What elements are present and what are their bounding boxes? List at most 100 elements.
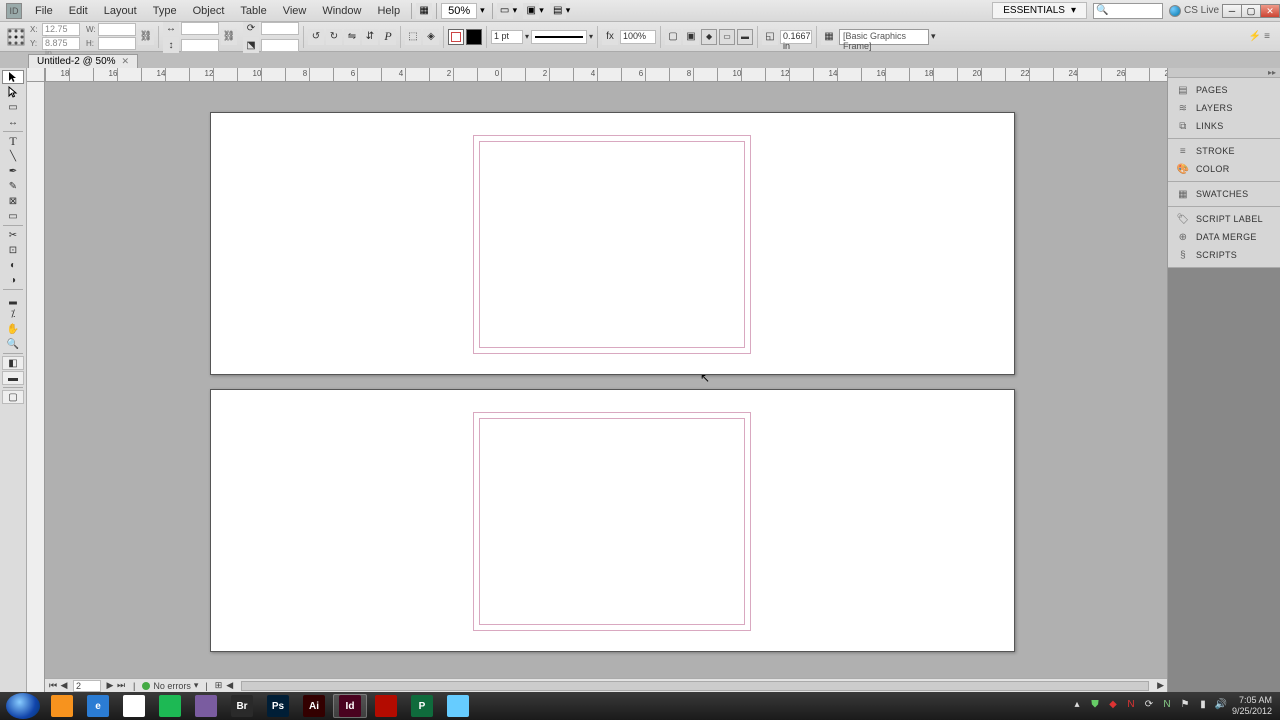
page-2[interactable]: [210, 389, 1015, 652]
menu-type[interactable]: Type: [146, 2, 184, 20]
vertical-ruler[interactable]: [27, 82, 45, 692]
last-page-button[interactable]: ⏭: [116, 680, 126, 691]
taskbar-app-chrome[interactable]: [117, 694, 151, 718]
rotate-field[interactable]: [261, 22, 299, 35]
object-style-dropdown[interactable]: ▾: [931, 31, 936, 42]
screen-mode-dropdown[interactable]: ▾: [539, 5, 544, 16]
x-field[interactable]: 12.75 in: [42, 23, 80, 36]
corner-options-icon[interactable]: ◱: [762, 29, 778, 45]
gradient-swatch-tool[interactable]: ◐: [2, 258, 24, 272]
first-page-button[interactable]: ⏮: [48, 680, 58, 691]
object-style-icon[interactable]: ▦: [821, 29, 837, 45]
taskbar-app-acrobat[interactable]: [369, 694, 403, 718]
constrain-wh-icon[interactable]: ⛓: [138, 29, 154, 45]
opacity-field[interactable]: 100%: [620, 30, 656, 44]
apply-color[interactable]: ▬: [2, 371, 24, 385]
page-tool[interactable]: ▭: [2, 100, 24, 114]
text-wrap-jump-icon[interactable]: ▭: [719, 29, 735, 45]
dock-collapse[interactable]: ▸▸: [1168, 68, 1280, 78]
taskbar-app-photoshop[interactable]: Ps: [261, 694, 295, 718]
taskbar-app-app1[interactable]: [189, 694, 223, 718]
tray-volume-icon[interactable]: 🔊: [1214, 699, 1228, 713]
taskbar-app-explorer[interactable]: [45, 694, 79, 718]
flip-v-icon[interactable]: ⇵: [362, 29, 378, 45]
type-tool[interactable]: T: [2, 134, 24, 148]
taskbar-app-bridge[interactable]: Br: [225, 694, 259, 718]
panel-color[interactable]: 🎨COLOR: [1168, 160, 1280, 178]
tray-n2-icon[interactable]: N: [1160, 699, 1174, 713]
object-style-combo[interactable]: [Basic Graphics Frame]: [839, 29, 929, 45]
page-field[interactable]: 2: [73, 680, 101, 692]
free-transform-tool[interactable]: ⊡: [2, 243, 24, 257]
text-wrap-shape-icon[interactable]: ◆: [701, 29, 717, 45]
h-field[interactable]: [98, 37, 136, 50]
view-options-icon[interactable]: ▭: [497, 3, 513, 19]
close-button[interactable]: ✕: [1260, 4, 1280, 18]
open-panel-icon[interactable]: ⊞: [215, 680, 223, 691]
workspace-switcher[interactable]: ESSENTIALS▾: [992, 2, 1087, 19]
menu-object[interactable]: Object: [186, 2, 232, 20]
select-content-icon[interactable]: ◈: [423, 29, 439, 45]
shear-field[interactable]: [261, 39, 299, 52]
view-mode[interactable]: ▢: [2, 390, 24, 404]
corner-radius-field[interactable]: 0.1667 in: [780, 30, 812, 44]
screen-mode-icon[interactable]: ▣: [523, 3, 539, 19]
stroke-style[interactable]: [531, 30, 587, 44]
search-input[interactable]: 🔍: [1093, 3, 1163, 19]
rotate-ccw-icon[interactable]: ↺: [308, 29, 324, 45]
page-1[interactable]: [210, 112, 1015, 375]
constrain-scale-icon[interactable]: ⛓: [221, 29, 237, 45]
zoom-level[interactable]: 50%: [441, 3, 477, 19]
horizontal-ruler[interactable]: 181614121086420246810121416182022242628: [45, 68, 1167, 82]
selection-tool[interactable]: [2, 70, 24, 84]
fx-icon[interactable]: fx: [602, 29, 618, 45]
menu-help[interactable]: Help: [370, 2, 407, 20]
hand-tool[interactable]: ✋: [2, 322, 24, 336]
tray-network-icon[interactable]: ▮: [1196, 699, 1210, 713]
panel-stroke[interactable]: ≡STROKE: [1168, 142, 1280, 160]
note-tool[interactable]: ▂: [2, 292, 24, 306]
arrange-docs-dropdown[interactable]: ▾: [566, 5, 571, 16]
scroll-left-button[interactable]: ◀: [226, 680, 233, 691]
taskbar-app-ie[interactable]: e: [81, 694, 115, 718]
start-button[interactable]: [6, 693, 40, 719]
minimize-button[interactable]: ─: [1222, 4, 1242, 18]
panel-pages[interactable]: ▤PAGES: [1168, 81, 1280, 99]
taskbar-app-spotify[interactable]: [153, 694, 187, 718]
pencil-tool[interactable]: ✎: [2, 179, 24, 193]
tray-update-icon[interactable]: ⟳: [1142, 699, 1156, 713]
taskbar-app-illustrator[interactable]: Ai: [297, 694, 331, 718]
stroke-style-dropdown[interactable]: ▾: [589, 32, 593, 41]
taskbar-app-publisher[interactable]: P: [405, 694, 439, 718]
clock[interactable]: 7:05 AM 9/25/2012: [1232, 695, 1272, 717]
scissors-tool[interactable]: ✂: [2, 228, 24, 242]
y-field[interactable]: 8.875 in: [42, 37, 80, 50]
cs-live-button[interactable]: CS Live: [1169, 5, 1219, 17]
preflight-dropdown[interactable]: ▾: [194, 680, 199, 691]
panel-swatches[interactable]: ▦SWATCHES: [1168, 185, 1280, 203]
line-tool[interactable]: ╲: [2, 149, 24, 163]
gradient-feather-tool[interactable]: ◑: [2, 273, 24, 287]
bridge-icon[interactable]: ▦: [416, 3, 432, 19]
eyedropper-tool[interactable]: ⁒: [2, 307, 24, 321]
select-container-icon[interactable]: ⬚: [405, 29, 421, 45]
panel-script-label[interactable]: 🏷SCRIPT LABEL: [1168, 210, 1280, 228]
menu-file[interactable]: File: [28, 2, 60, 20]
taskbar-app-indesign[interactable]: Id: [333, 694, 367, 718]
zoom-tool[interactable]: 🔍: [2, 337, 24, 351]
rectangle-frame-tool[interactable]: ⊠: [2, 194, 24, 208]
menu-layout[interactable]: Layout: [97, 2, 144, 20]
menu-table[interactable]: Table: [233, 2, 273, 20]
close-tab-icon[interactable]: ✕: [122, 56, 130, 67]
pasteboard[interactable]: ↖: [45, 82, 1167, 678]
fill-color[interactable]: [466, 29, 482, 45]
stroke-weight-field[interactable]: 1 pt: [491, 30, 523, 44]
fill-stroke-proxy[interactable]: ◧: [2, 356, 24, 370]
stroke-weight-dropdown[interactable]: ▾: [525, 32, 529, 41]
panel-menu-icon[interactable]: ⚡ ≡: [1243, 31, 1276, 42]
reference-point[interactable]: [4, 28, 28, 46]
flip-h-icon[interactable]: ⇋: [344, 29, 360, 45]
panel-links[interactable]: ⧉LINKS: [1168, 117, 1280, 135]
view-options-dropdown[interactable]: ▾: [513, 5, 518, 16]
tray-icon[interactable]: ▴: [1070, 699, 1084, 713]
